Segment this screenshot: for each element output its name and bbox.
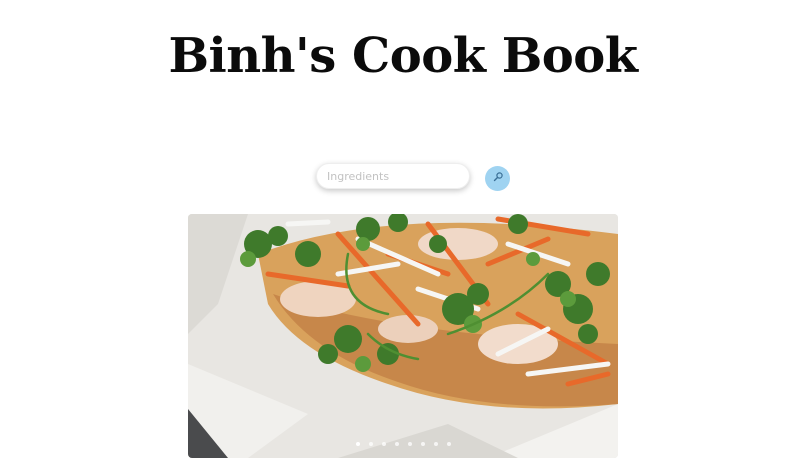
recipe-carousel[interactable] — [188, 214, 618, 458]
carousel-dot[interactable] — [420, 442, 425, 446]
carousel-slide-image[interactable] — [188, 214, 618, 458]
banh-mi-photo — [188, 214, 618, 458]
search-icon — [492, 171, 504, 186]
carousel-dot[interactable] — [355, 442, 360, 446]
search-button[interactable] — [485, 166, 510, 191]
carousel-dot[interactable] — [394, 442, 399, 446]
carousel-dot[interactable] — [381, 442, 386, 446]
search-bar — [316, 163, 470, 189]
carousel-pagination — [188, 442, 618, 446]
ingredients-search-input[interactable] — [316, 163, 470, 189]
carousel-dot[interactable] — [407, 442, 412, 446]
page-title: Binh's Cook Book — [168, 28, 638, 84]
carousel-dot[interactable] — [446, 442, 451, 446]
carousel-dot[interactable] — [433, 442, 438, 446]
carousel-dot[interactable] — [368, 442, 373, 446]
